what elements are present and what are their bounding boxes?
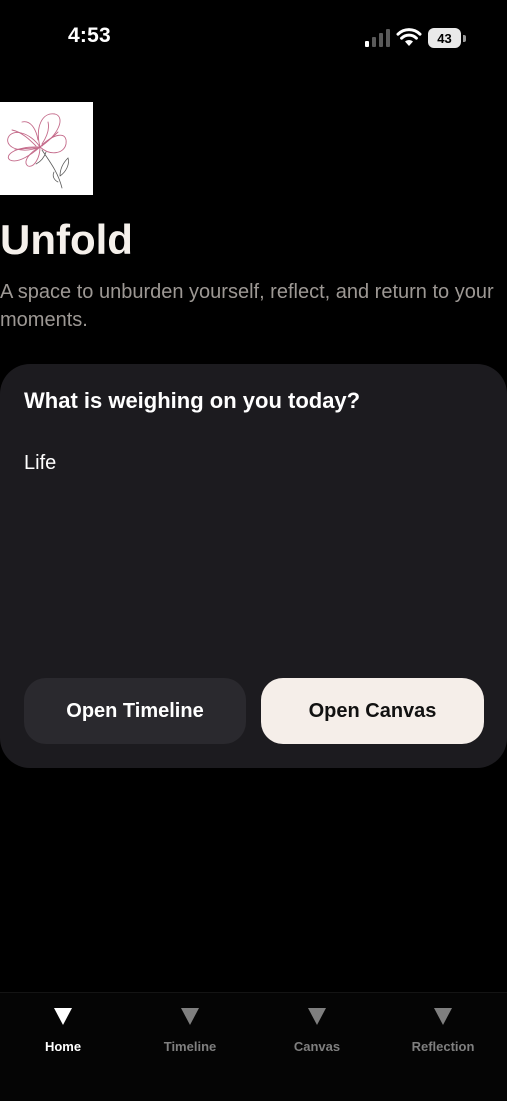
tab-label-canvas: Canvas <box>293 1039 341 1054</box>
timeline-tab-icon <box>181 1008 199 1025</box>
cellular-signal-icon <box>365 29 390 47</box>
page-subtitle: A space to unburden yourself, reflect, a… <box>0 281 494 331</box>
battery-cap <box>463 35 466 42</box>
prompt-question: What is weighing on you today? <box>24 388 361 413</box>
wifi-icon <box>396 28 422 46</box>
home-tab-icon <box>54 1008 72 1025</box>
reflection-tab-icon <box>434 1008 452 1025</box>
battery-icon: 43 <box>428 28 466 48</box>
page-title: Unfold <box>0 216 133 263</box>
tab-timeline[interactable]: Timeline <box>127 1004 253 1064</box>
reflection-input[interactable] <box>24 450 484 650</box>
tab-label-reflection: Reflection <box>411 1039 475 1054</box>
tab-label-timeline: Timeline <box>163 1039 217 1054</box>
tab-reflection[interactable]: Reflection <box>380 1004 506 1064</box>
tab-home[interactable]: Home <box>0 1004 126 1064</box>
status-bar: 4:53 43 <box>0 0 507 76</box>
app-logo <box>0 102 93 195</box>
flower-sketch-icon <box>7 113 69 189</box>
open-canvas-button[interactable]: Open Canvas <box>261 678 484 744</box>
canvas-tab-icon <box>308 1008 326 1025</box>
status-time: 4:53 <box>68 24 111 47</box>
open-timeline-button[interactable]: Open Timeline <box>24 678 246 744</box>
battery-level: 43 <box>428 28 461 48</box>
tab-canvas[interactable]: Canvas <box>254 1004 380 1064</box>
tab-label-home: Home <box>44 1039 82 1054</box>
